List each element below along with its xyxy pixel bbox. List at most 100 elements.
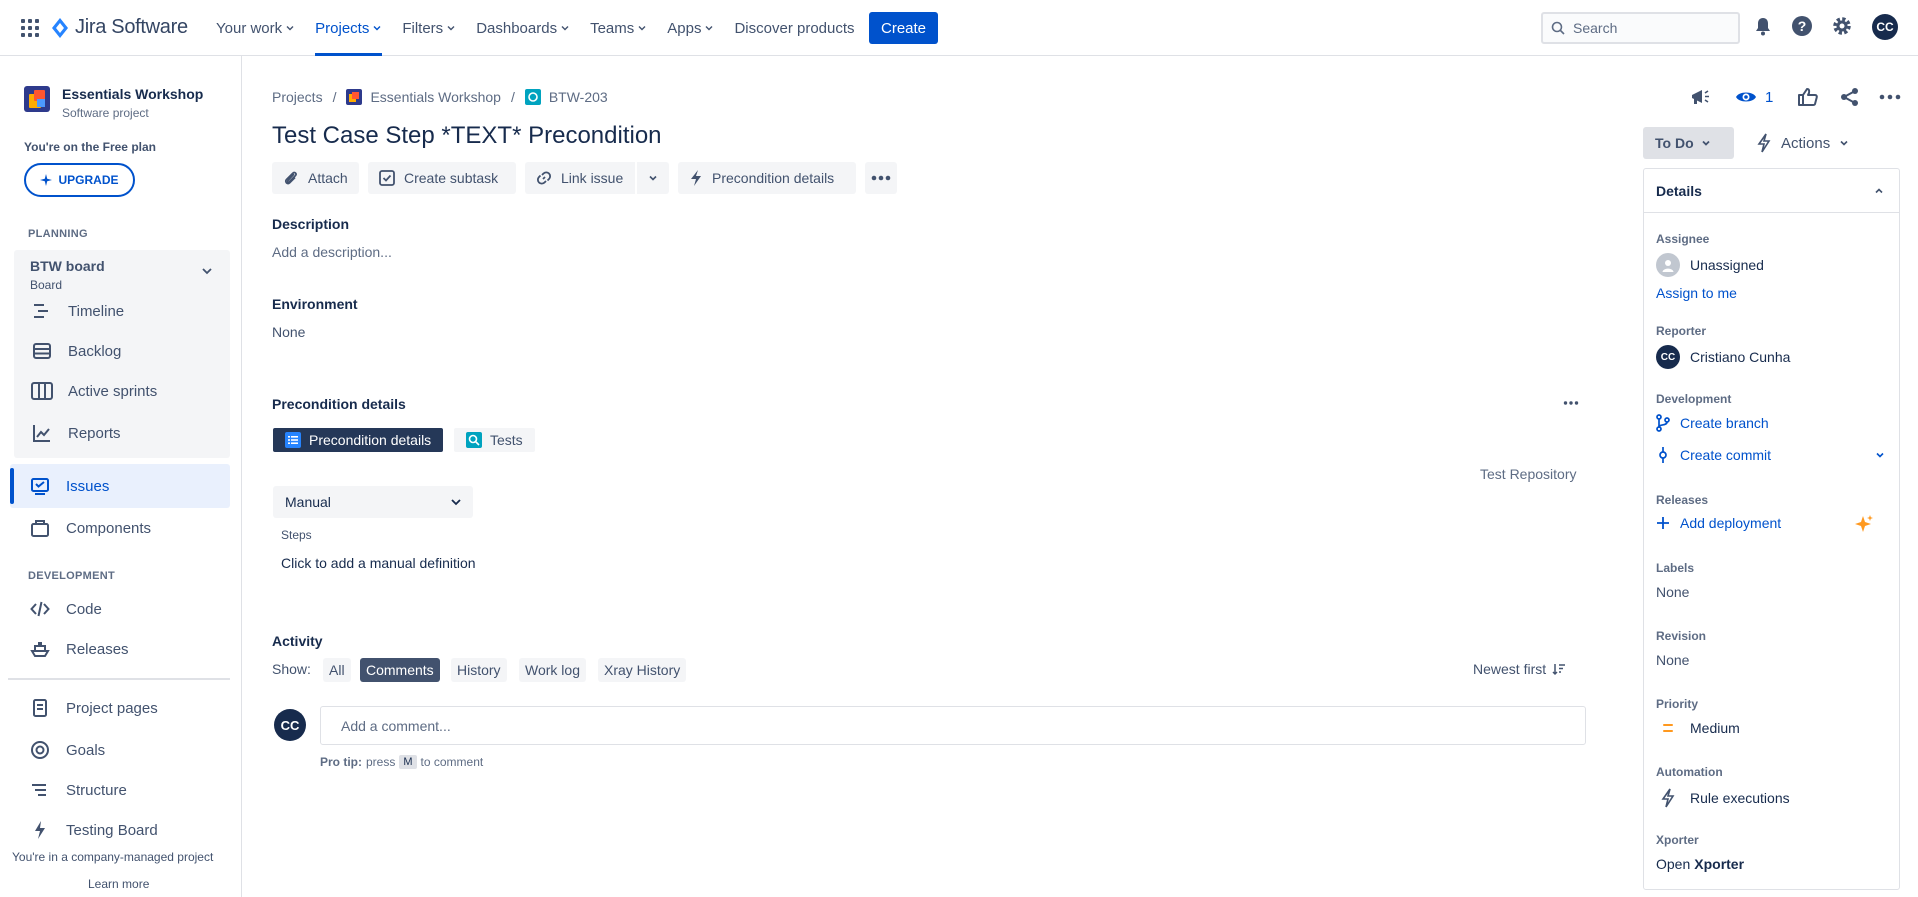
activity-filter-xray-history[interactable]: Xray History xyxy=(598,658,687,682)
sidebar-item-issues-content[interactable]: Issues xyxy=(28,474,109,498)
activity-filter-all[interactable]: All xyxy=(323,658,351,682)
share-icon[interactable] xyxy=(1839,86,1861,108)
details-title: Details xyxy=(1656,182,1702,199)
sidebar-item-backlog[interactable]: Backlog xyxy=(30,339,121,363)
activity-filter-comments[interactable]: Comments xyxy=(360,658,440,682)
sidebar-item-project-pages[interactable]: Project pages xyxy=(28,696,158,720)
attach-button[interactable]: Attach xyxy=(272,162,359,194)
project-avatar-icon xyxy=(346,89,363,105)
jira-logo[interactable]: Jira Software xyxy=(51,16,188,39)
comment-input[interactable]: Add a comment... xyxy=(320,706,1586,745)
automation-label: Automation xyxy=(1656,765,1723,779)
test-repository-link[interactable]: Test Repository xyxy=(1480,466,1576,482)
revision-value[interactable]: None xyxy=(1656,652,1689,668)
environment-label: Environment xyxy=(272,296,358,312)
protip-rest: to comment xyxy=(420,755,484,769)
sidebar-item-goals[interactable]: Goals xyxy=(28,738,105,762)
description-field[interactable]: Add a description... xyxy=(272,244,392,260)
code-icon xyxy=(28,597,52,621)
labels-value[interactable]: None xyxy=(1656,584,1689,600)
sidebar-item-reports[interactable]: Reports xyxy=(30,421,121,445)
chevron-down-icon xyxy=(638,26,646,31)
tab-tests[interactable]: Tests xyxy=(454,428,535,452)
page-icon xyxy=(28,696,52,720)
sidebar-item-label: Testing Board xyxy=(66,821,158,839)
sidebar-item-structure[interactable]: Structure xyxy=(28,778,127,802)
assignee-field[interactable]: Unassigned xyxy=(1656,253,1764,277)
sidebar-item-label: Issues xyxy=(66,477,110,495)
breadcrumb-projects[interactable]: Projects xyxy=(272,89,323,105)
sidebar-item-code[interactable]: Code xyxy=(28,597,102,621)
notifications-icon[interactable] xyxy=(1752,15,1774,37)
sidebar-item-releases[interactable]: Releases xyxy=(28,637,129,661)
link-issue-dropdown[interactable] xyxy=(637,162,669,194)
project-header[interactable]: Essentials Workshop Software project xyxy=(24,86,203,120)
open-xporter-link[interactable]: Open Xporter xyxy=(1656,856,1744,872)
sidebar-item-timeline[interactable]: Timeline xyxy=(30,299,124,323)
sidebar-item-label: Timeline xyxy=(68,302,125,320)
chevron-down-icon[interactable] xyxy=(200,264,214,278)
thumbs-up-icon[interactable] xyxy=(1797,86,1819,108)
section-more-icon[interactable] xyxy=(1563,398,1579,408)
watch-count: 1 xyxy=(1765,88,1774,106)
create-branch-link[interactable]: Create branch xyxy=(1656,414,1769,432)
menu-projects[interactable]: Projects xyxy=(305,0,392,56)
precondition-details-label: Precondition details xyxy=(712,170,835,186)
create-subtask-button[interactable]: Create subtask xyxy=(368,162,516,194)
target-icon xyxy=(28,738,52,762)
link-issue-button[interactable]: Link issue xyxy=(525,162,635,194)
plan-label: You're on the Free plan xyxy=(24,140,156,154)
status-dropdown[interactable]: To Do xyxy=(1643,127,1734,159)
tab-precondition-details[interactable]: Precondition details xyxy=(273,428,444,452)
create-commit-link[interactable]: Create commit xyxy=(1656,446,1886,464)
sort-order-button[interactable]: Newest first xyxy=(1473,661,1566,677)
profile-avatar[interactable]: CC xyxy=(1872,14,1898,40)
sidebar-item-active-sprints[interactable]: Active sprints xyxy=(30,379,157,403)
chevron-down-icon xyxy=(649,175,657,181)
app-switcher-icon[interactable] xyxy=(20,18,40,38)
help-icon[interactable]: ? xyxy=(1791,15,1813,37)
menu-apps[interactable]: Apps xyxy=(657,0,724,56)
activity-filter-work-log[interactable]: Work log xyxy=(519,658,586,682)
project-sidebar: Essentials Workshop Software project You… xyxy=(0,56,242,897)
unassigned-avatar-icon xyxy=(1656,253,1680,277)
environment-value[interactable]: None xyxy=(272,324,305,340)
activity-filter-history[interactable]: History xyxy=(451,658,507,682)
chevron-up-icon xyxy=(1875,187,1883,193)
search-input[interactable]: Search xyxy=(1541,12,1740,44)
breadcrumb-separator: / xyxy=(332,89,337,105)
add-deployment-link[interactable]: Add deployment xyxy=(1656,515,1781,531)
board-type: Board xyxy=(30,278,63,292)
menu-dashboards[interactable]: Dashboards xyxy=(466,0,580,56)
menu-your-work[interactable]: Your work xyxy=(206,0,305,56)
settings-gear-icon[interactable] xyxy=(1831,15,1853,37)
upgrade-button[interactable]: UPGRADE xyxy=(24,163,135,197)
watch-button[interactable]: 1 xyxy=(1735,86,1773,108)
precondition-details-button[interactable]: Precondition details xyxy=(678,162,856,194)
menu-discover-products[interactable]: Discover products xyxy=(724,0,864,56)
ai-sparkle-icon[interactable] xyxy=(1853,514,1875,536)
definition-type-select[interactable]: Manual xyxy=(273,486,473,518)
sidebar-item-testing-board[interactable]: Testing Board xyxy=(28,818,158,842)
more-options-icon[interactable] xyxy=(1879,93,1901,101)
assign-to-me-link[interactable]: Assign to me xyxy=(1656,285,1737,301)
reporter-field[interactable]: CC Cristiano Cunha xyxy=(1656,345,1790,369)
rule-executions-link[interactable]: Rule executions xyxy=(1656,788,1790,808)
chevron-down-icon[interactable] xyxy=(1874,449,1886,461)
actions-button[interactable]: Actions xyxy=(1755,127,1850,159)
menu-filters[interactable]: Filters xyxy=(392,0,466,56)
priority-field[interactable]: Medium xyxy=(1656,720,1740,736)
menu-teams[interactable]: Teams xyxy=(580,0,657,56)
create-button[interactable]: Create xyxy=(869,12,939,44)
more-actions-button[interactable] xyxy=(865,162,897,194)
details-header[interactable]: Details xyxy=(1644,169,1899,213)
sidebar-item-components[interactable]: Components xyxy=(28,516,151,540)
learn-more-link[interactable]: Learn more xyxy=(88,877,149,891)
steps-definition-field[interactable]: Click to add a manual definition xyxy=(281,555,476,571)
breadcrumb-project[interactable]: Essentials Workshop xyxy=(346,89,501,105)
issue-title[interactable]: Test Case Step *TEXT* Precondition xyxy=(272,122,662,150)
feedback-megaphone-icon[interactable] xyxy=(1689,86,1711,108)
menu-label: Apps xyxy=(667,19,702,37)
breadcrumb-issue[interactable]: BTW-203 xyxy=(524,89,608,105)
reporter-label: Reporter xyxy=(1656,324,1707,338)
